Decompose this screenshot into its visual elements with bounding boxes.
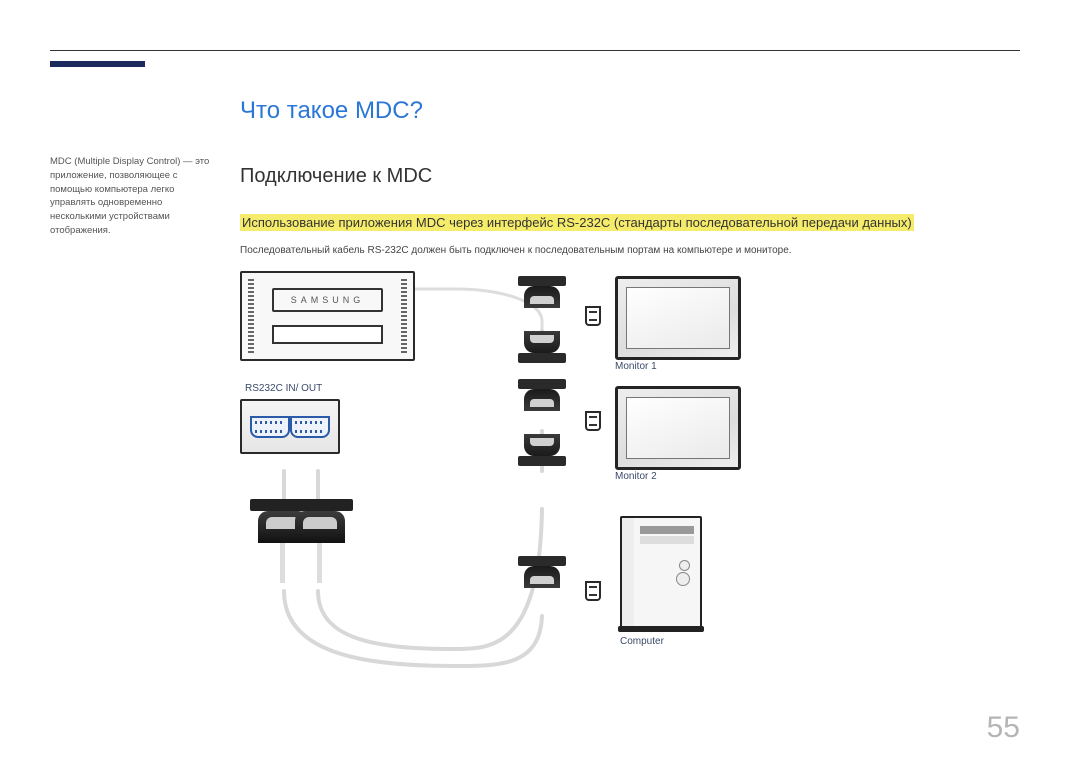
- section-title: Подключение к MDC: [240, 165, 1020, 188]
- rs232-plug-right: [295, 511, 345, 571]
- page-number: 55: [987, 711, 1020, 745]
- monitor-1: [615, 276, 741, 360]
- cable-connector-1a: [524, 286, 560, 326]
- cable-connector-1b: [524, 331, 560, 371]
- monitor-2-label: Monitor 2: [615, 471, 657, 482]
- port-label: RS232C IN/ OUT: [245, 383, 322, 394]
- content-wrap: MDC (Multiple Display Control) — это при…: [50, 97, 1020, 701]
- rs232c-out-port-icon: [290, 416, 330, 438]
- rs232c-port-block: [240, 399, 340, 454]
- top-accent-bar: [50, 61, 145, 67]
- cable-connector-2a: [524, 389, 560, 429]
- monitor2-port-icon: [585, 411, 601, 431]
- highlighted-text: Использование приложения MDC через интер…: [240, 213, 1020, 233]
- monitor-2: [615, 386, 741, 470]
- device-back-panel: SAMSUNG: [240, 271, 415, 361]
- computer-tower: [620, 516, 702, 628]
- top-rule: [50, 50, 1020, 51]
- device-slot: [272, 325, 383, 344]
- page: MDC (Multiple Display Control) — это при…: [0, 0, 1080, 763]
- cable-connector-3: [524, 566, 560, 606]
- monitor1-port-icon: [585, 306, 601, 326]
- rs232c-in-port-icon: [250, 416, 290, 438]
- highlight-span: Использование приложения MDC через интер…: [240, 214, 914, 231]
- main-content: Что такое MDC? Подключение к MDC Использ…: [240, 97, 1020, 701]
- computer-label: Computer: [620, 636, 664, 647]
- connection-diagram: SAMSUNG RS232C IN/ OUT: [240, 271, 800, 701]
- page-title: Что такое MDC?: [240, 97, 1020, 125]
- cable-connector-2b: [524, 434, 560, 474]
- computer-port-icon: [585, 581, 601, 601]
- sidebar-note: MDC (Multiple Display Control) — это при…: [50, 97, 210, 701]
- device-logo: SAMSUNG: [272, 288, 383, 312]
- body-text: Последовательный кабель RS-232C должен б…: [240, 245, 1020, 256]
- monitor-1-label: Monitor 1: [615, 361, 657, 372]
